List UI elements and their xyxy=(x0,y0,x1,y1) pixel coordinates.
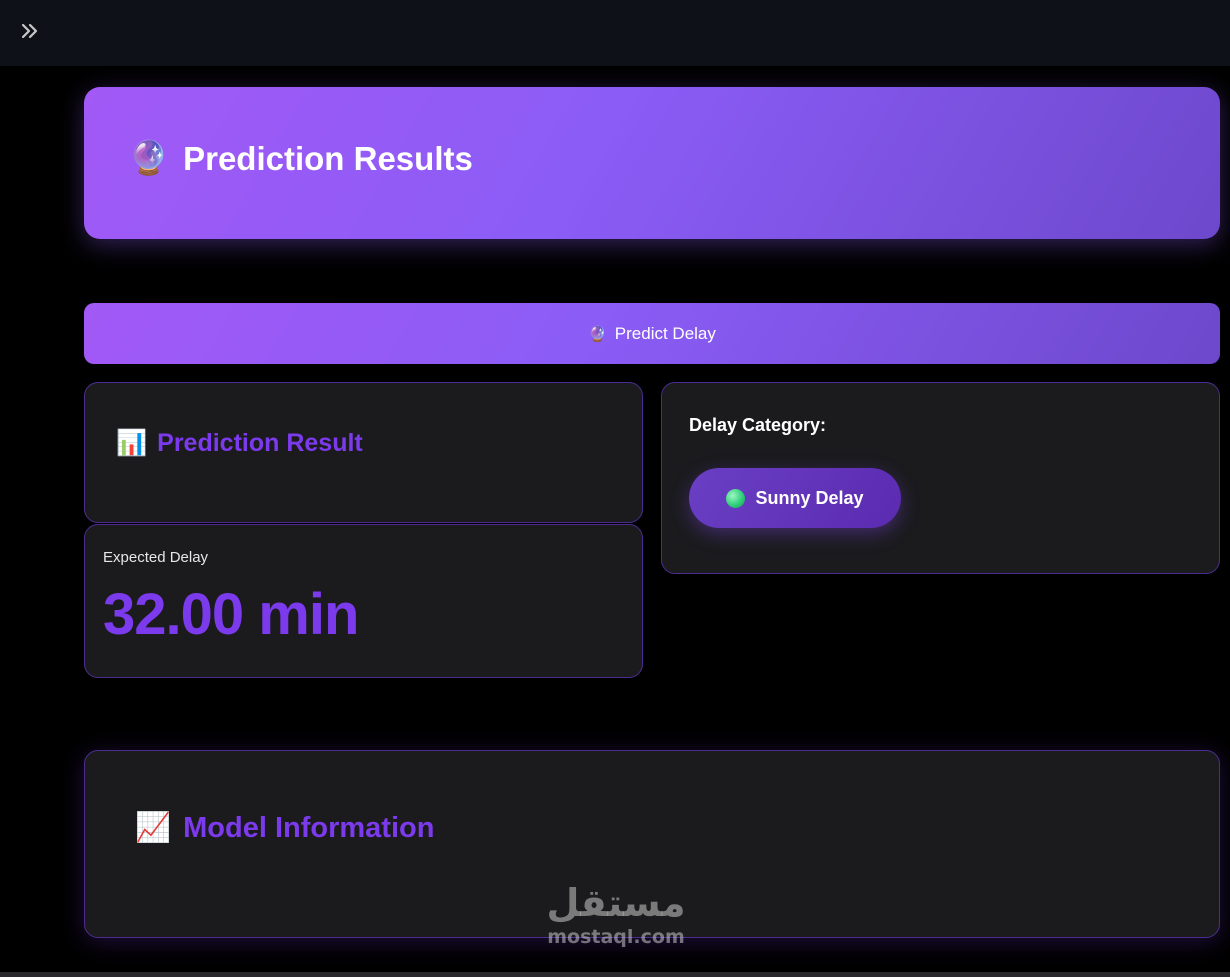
expected-delay-card: Expected Delay 32.00 min xyxy=(84,524,643,678)
chart-increasing-icon: 📈 xyxy=(135,812,172,844)
header-card: 🔮 Prediction Results xyxy=(84,87,1220,239)
model-information-title: Model Information xyxy=(183,811,435,844)
delay-category-value: Sunny Delay xyxy=(755,487,864,508)
delay-category-card: Delay Category: Sunny Delay xyxy=(661,382,1220,574)
watermark-arabic-text: مستقل xyxy=(546,881,686,925)
watermark-latin-text: mostaql.com xyxy=(547,926,685,948)
prediction-result-heading: 📊 Prediction Result xyxy=(116,429,363,458)
prediction-result-title: Prediction Result xyxy=(157,429,363,457)
bar-chart-icon: 📊 xyxy=(116,429,148,457)
crystal-ball-icon: 🔮 xyxy=(588,325,607,343)
double-chevron-right-icon[interactable] xyxy=(18,19,42,43)
delay-category-badge: Sunny Delay xyxy=(689,468,901,528)
expected-delay-label: Expected Delay xyxy=(103,549,209,566)
crystal-ball-icon: 🔮 xyxy=(128,139,170,176)
predict-delay-label: Predict Delay xyxy=(614,323,716,343)
expected-delay-value: 32.00 min xyxy=(103,582,359,647)
predict-delay-button[interactable]: 🔮 Predict Delay xyxy=(84,303,1220,364)
prediction-result-card: 📊 Prediction Result xyxy=(84,382,643,523)
delay-category-label: Delay Category: xyxy=(689,415,827,435)
top-bar xyxy=(0,0,1230,66)
model-information-heading: 📈 Model Information xyxy=(135,811,434,845)
bottom-divider xyxy=(0,972,1230,977)
watermark-logo: مستقل mostaql.com xyxy=(541,880,691,948)
page-title-text: Prediction Results xyxy=(183,139,473,177)
green-circle-icon xyxy=(726,488,746,508)
page-title: 🔮 Prediction Results xyxy=(128,139,473,178)
